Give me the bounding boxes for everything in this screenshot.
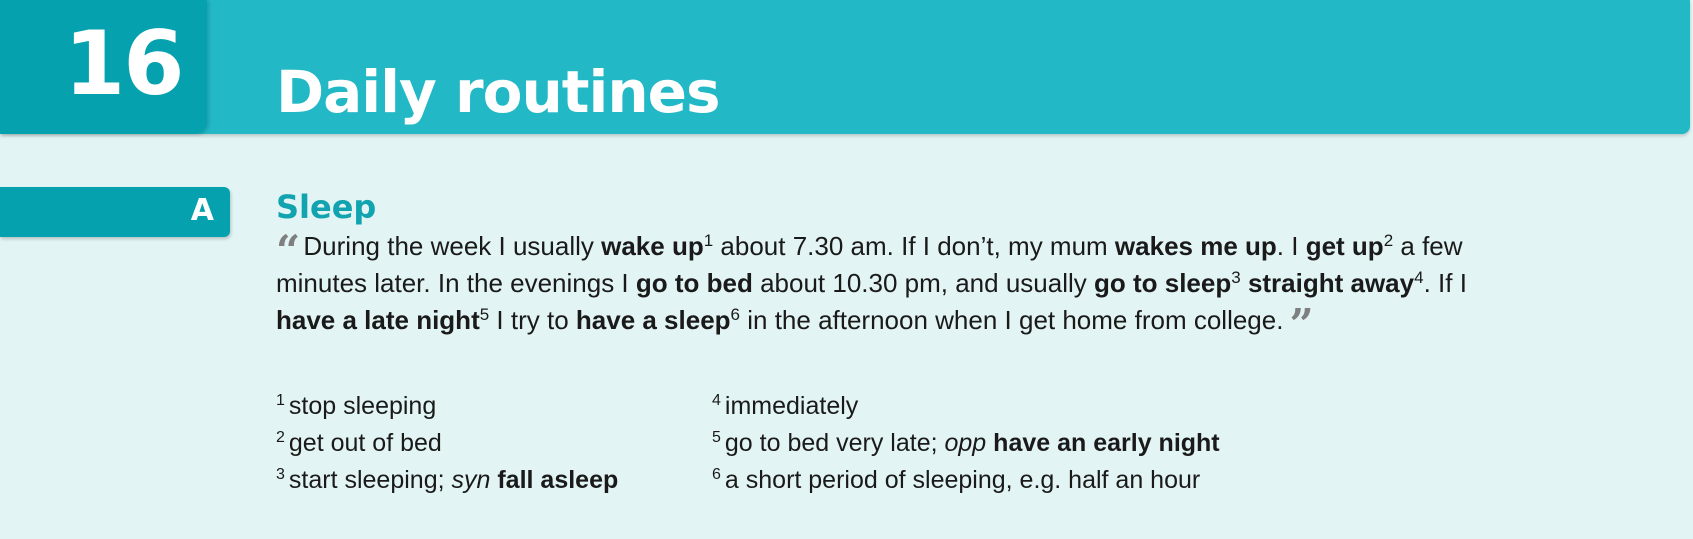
key-phrase: go to bed bbox=[635, 268, 753, 298]
glossary-definition: start sleeping; bbox=[288, 466, 452, 494]
section-tab: A bbox=[0, 187, 230, 237]
passage-text: . I bbox=[1276, 231, 1306, 261]
glossary-number: 2 bbox=[276, 429, 285, 446]
footnote-marker: 3 bbox=[1231, 268, 1241, 287]
key-phrase: wakes me up bbox=[1114, 231, 1277, 261]
glossary-right-column: 4 immediately 5 go to bed very late; opp h… bbox=[712, 388, 1512, 499]
footnote-marker: 2 bbox=[1383, 231, 1394, 250]
reading-passage: “ During the week I usually wake up1 abo… bbox=[276, 228, 1506, 346]
glossary-definition: go to bed very late; bbox=[724, 429, 945, 457]
unit-number: 16 bbox=[64, 12, 184, 115]
footnote-marker: 5 bbox=[479, 305, 490, 324]
glossary-definition: stop sleeping bbox=[288, 392, 437, 420]
glossary-item: 2 get out of bed bbox=[276, 425, 706, 462]
footnote-marker: 6 bbox=[730, 305, 741, 324]
key-phrase: wake up bbox=[601, 231, 704, 261]
close-quote-icon: ” bbox=[1289, 300, 1313, 349]
key-phrase: go to sleep bbox=[1093, 268, 1232, 298]
opposite-label: opp bbox=[944, 429, 987, 457]
key-phrase: have a late night bbox=[276, 305, 480, 335]
glossary-definition: get out of bed bbox=[288, 429, 442, 457]
unit-title: Daily routines bbox=[276, 58, 721, 126]
page-background: 16 Daily routines A Sleep “ During the w… bbox=[0, 0, 1693, 539]
glossary-item: 6a short period of sleeping, e.g. half a… bbox=[712, 462, 1512, 499]
passage-text: about 10.30 pm, and usually bbox=[752, 268, 1094, 298]
passage-text bbox=[1241, 268, 1248, 298]
glossary-item: 4 immediately bbox=[712, 388, 1512, 425]
glossary-definition: a short period of sleeping, e.g. half an… bbox=[724, 466, 1201, 494]
passage-text: I try to bbox=[489, 305, 576, 335]
passage-text: During the week I usually bbox=[303, 231, 602, 261]
glossary-item: 3 start sleeping; syn fall asleep bbox=[276, 462, 706, 499]
glossary-item: 5 go to bed very late; opp have an early … bbox=[712, 425, 1512, 462]
passage-text: in the afternoon when I get home from co… bbox=[740, 305, 1284, 335]
key-phrase: get up bbox=[1305, 231, 1384, 261]
glossary-definition: immediately bbox=[724, 392, 859, 420]
glossary-key-phrase: have an early night bbox=[993, 429, 1220, 457]
key-phrase: have a sleep bbox=[575, 305, 731, 335]
synonym-label: syn bbox=[451, 466, 491, 494]
key-phrase: straight away bbox=[1247, 268, 1415, 298]
glossary-number: 3 bbox=[276, 466, 285, 483]
section-title: Sleep bbox=[276, 188, 377, 226]
glossary-key-phrase: fall asleep bbox=[497, 466, 619, 494]
section-letter: A bbox=[190, 193, 214, 228]
glossary-number: 6 bbox=[712, 466, 721, 483]
passage-text: . If I bbox=[1423, 268, 1467, 298]
glossary-left-column: 1 stop sleeping 2 get out of bed 3 start sl… bbox=[276, 388, 706, 499]
footnote-marker: 1 bbox=[703, 231, 714, 250]
unit-number-box: 16 bbox=[0, 0, 207, 134]
glossary-number: 5 bbox=[712, 429, 721, 446]
glossary-number: 1 bbox=[276, 392, 285, 409]
unit-header-bar bbox=[0, 0, 1690, 134]
footnote-marker: 4 bbox=[1414, 268, 1424, 287]
glossary-number: 4 bbox=[712, 392, 721, 409]
glossary-item: 1 stop sleeping bbox=[276, 388, 706, 425]
passage-text: about 7.30 am. If I don’t, my mum bbox=[713, 231, 1115, 261]
